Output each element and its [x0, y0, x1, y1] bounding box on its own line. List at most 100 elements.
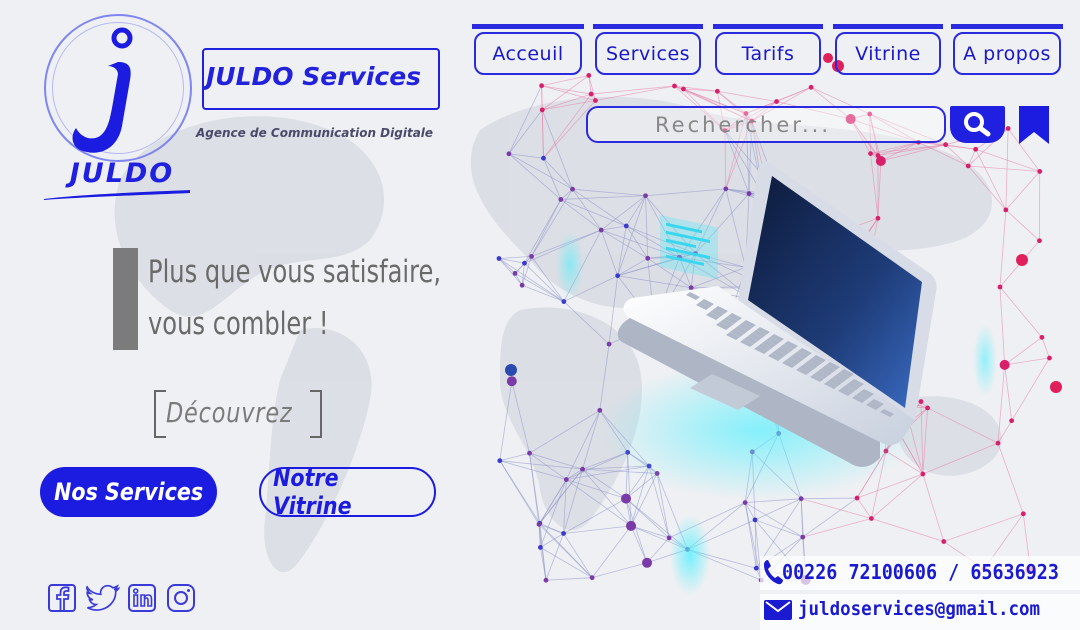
nav-label[interactable]: Acceuil [474, 32, 582, 75]
network-line [592, 562, 648, 579]
notre-vitrine-button[interactable]: Notre Vitrine [259, 464, 436, 520]
network-node [920, 471, 926, 477]
network-line [591, 85, 675, 95]
network-node [561, 531, 566, 536]
network-node [941, 539, 947, 544]
network-node [808, 84, 814, 90]
network-line [997, 443, 1024, 514]
network-line [538, 524, 547, 581]
network-node [589, 575, 595, 581]
network-line [1004, 364, 1013, 421]
network-node [598, 227, 604, 233]
network-line [999, 209, 1007, 288]
network-node [925, 405, 930, 411]
network-line [999, 286, 1043, 338]
network-node [1003, 207, 1009, 213]
linkedin-icon[interactable] [127, 583, 157, 613]
facebook-icon[interactable] [47, 583, 77, 613]
network-line [967, 149, 977, 167]
nav-services[interactable]: Services [593, 24, 703, 76]
network-node [593, 98, 598, 103]
network-line [1004, 357, 1050, 366]
network-node [999, 359, 1010, 370]
network-node [918, 399, 924, 404]
network-node [1050, 381, 1062, 393]
network-node [558, 197, 564, 202]
hero-headline-line2: vous combler ! [148, 306, 329, 342]
network-node [1037, 238, 1042, 244]
network-node [527, 450, 532, 456]
network-line [922, 473, 945, 542]
network-node [536, 521, 542, 527]
nav-accueil[interactable]: Acceuil [472, 24, 584, 76]
network-line [563, 533, 593, 578]
network-node [496, 256, 502, 261]
network-node [800, 534, 806, 540]
contact-email[interactable]: juldoservices@gmail.com [798, 598, 1040, 620]
network-node [506, 376, 517, 387]
nos-services-label: Nos Services [53, 478, 204, 506]
network-node [1047, 355, 1052, 361]
network-node [1005, 126, 1011, 131]
nav-vitrine[interactable]: Vitrine [833, 24, 943, 76]
contact-phone[interactable]: 00226 72100606 / 65636923 [782, 560, 1059, 584]
network-line [499, 452, 530, 462]
network-node [965, 163, 971, 169]
network-node [561, 299, 567, 304]
network-node [621, 493, 632, 504]
network-node [588, 91, 594, 97]
network-line [1011, 357, 1050, 421]
network-line [545, 577, 593, 581]
network-node [506, 151, 512, 157]
network-node [875, 215, 881, 221]
network-node [543, 577, 549, 583]
network-node [714, 88, 720, 94]
twitter-icon[interactable] [86, 583, 120, 613]
network-line [591, 525, 632, 578]
nav-label[interactable]: Tarifs [715, 32, 821, 75]
bookmark-icon[interactable] [1019, 106, 1049, 144]
network-node [645, 255, 651, 261]
network-node [537, 544, 543, 550]
network-node [512, 270, 518, 276]
network-node [597, 407, 603, 413]
network-node [642, 557, 653, 568]
network-node [742, 500, 748, 505]
network-node [643, 193, 648, 199]
network-line [871, 473, 924, 519]
network-node [539, 83, 545, 89]
network-line [801, 497, 858, 500]
network-line [997, 364, 1006, 444]
hero-headline-line1: Plus que vous satisfaire, [148, 254, 442, 290]
network-node [1009, 418, 1015, 424]
network-line [968, 165, 1040, 172]
network-node [1020, 511, 1026, 517]
nav-bar [472, 24, 584, 29]
network-line [588, 75, 592, 95]
discover-link[interactable]: Découvrez [166, 396, 292, 429]
network-node [626, 520, 637, 531]
nav-label[interactable]: A propos [953, 32, 1061, 75]
mail-icon [764, 600, 792, 620]
instagram-icon[interactable] [166, 583, 196, 613]
network-node [688, 285, 694, 291]
nos-services-button[interactable]: Nos Services [40, 467, 217, 517]
nav-label[interactable]: Vitrine [835, 32, 941, 75]
nav-a-propos[interactable]: A propos [951, 24, 1063, 76]
network-node [529, 253, 534, 259]
network-node [539, 107, 545, 113]
search-button[interactable] [950, 106, 1005, 143]
logo-swoosh [44, 190, 190, 200]
network-line [802, 518, 872, 538]
nav-label[interactable]: Services [595, 32, 701, 75]
network-node [854, 495, 860, 501]
nav-tarifs[interactable]: Tarifs [713, 24, 823, 76]
frame-corner [310, 436, 320, 438]
network-line [1005, 171, 1041, 211]
network-node [672, 83, 677, 89]
logo-j-mark [72, 27, 133, 153]
network-node [774, 99, 779, 104]
network-line [871, 518, 944, 542]
frame-corner [310, 390, 320, 392]
network-node [752, 517, 758, 523]
